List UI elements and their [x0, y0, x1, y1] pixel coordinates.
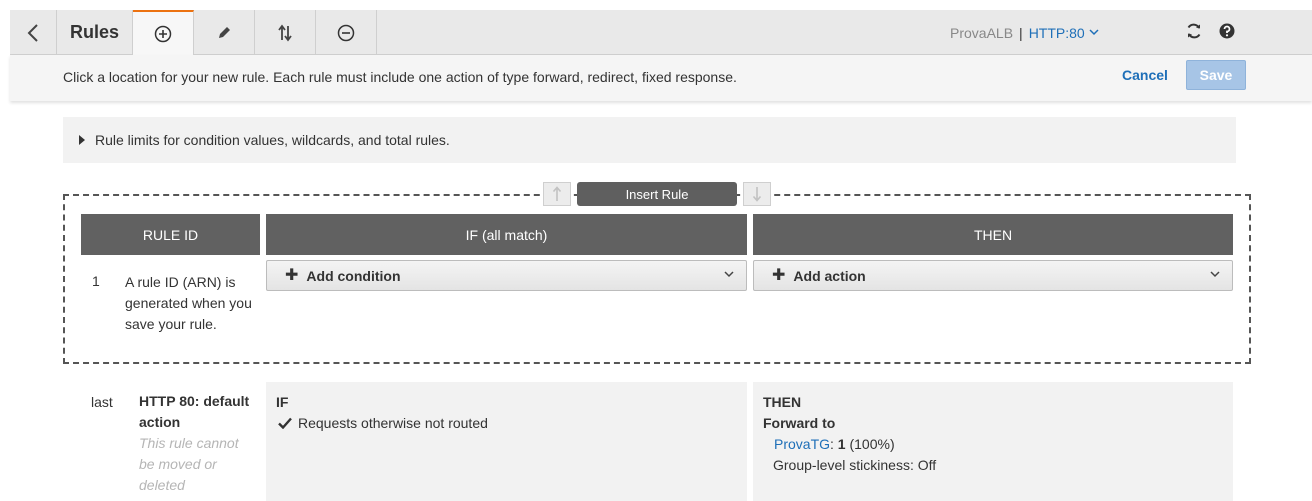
column-header-if: IF (all match)	[266, 214, 747, 255]
help-icon[interactable]	[1218, 22, 1236, 40]
cancel-button[interactable]: Cancel	[1122, 67, 1168, 83]
instruction-bar: Click a location for your new rule. Each…	[10, 55, 1312, 101]
caret-right-icon	[79, 135, 85, 145]
move-down-button[interactable]	[743, 182, 771, 206]
arrow-down-icon	[752, 187, 762, 202]
target-group-colon: :	[830, 436, 834, 452]
checkmark-icon	[278, 417, 292, 429]
rule-limits-expander[interactable]: Rule limits for condition values, wildca…	[63, 117, 1236, 163]
new-rule-id-text: A rule ID (ARN) is generated when you sa…	[125, 274, 252, 332]
add-condition-dropdown[interactable]: ✚ Add condition	[266, 260, 747, 291]
insert-rule-button[interactable]: Insert Rule	[577, 182, 737, 206]
target-group-weight: 1	[837, 436, 846, 452]
if-condition: Requests otherwise not routed	[278, 415, 488, 431]
page-title: Rules	[57, 10, 133, 55]
add-rules-tab[interactable]	[133, 10, 194, 55]
default-rule-if-panel: IF Requests otherwise not routed	[266, 382, 747, 501]
separator: |	[1019, 24, 1023, 41]
then-heading: THEN	[763, 394, 802, 410]
default-rule-then-panel: THEN Forward to ProvaTG: 1 (100%) Group-…	[753, 382, 1233, 501]
if-heading: IF	[276, 394, 289, 410]
default-rule-position: last	[91, 394, 113, 410]
plus-circle-icon	[154, 25, 172, 42]
listener-label: HTTP:80	[1028, 24, 1085, 41]
target-group-weight-pct: (100%)	[849, 436, 895, 452]
edit-rules-tab[interactable]	[194, 10, 255, 55]
add-action-dropdown[interactable]: ✚ Add action	[753, 260, 1233, 291]
save-button[interactable]: Save	[1186, 60, 1246, 90]
chevron-left-icon	[27, 23, 38, 42]
stickiness-text: Group-level stickiness: Off	[773, 457, 937, 473]
load-balancer-name: ProvaALB	[950, 24, 1014, 41]
listener-dropdown[interactable]: HTTP:80	[1029, 25, 1099, 41]
rules-toolbar: Rules ProvaALB | HTTP:80	[10, 10, 1312, 55]
rule-limits-text: Rule limits for condition values, wildca…	[95, 132, 450, 148]
arrow-up-icon	[552, 186, 562, 201]
target-group-line: ProvaTG: 1 (100%)	[774, 436, 895, 452]
plus-icon: ✚	[285, 266, 299, 284]
column-header-rule-id: RULE ID	[81, 214, 260, 255]
add-condition-label: Add condition	[306, 267, 401, 284]
back-button[interactable]	[10, 10, 57, 55]
new-rule-number: 1	[92, 273, 100, 289]
if-condition-text: Requests otherwise not routed	[298, 415, 488, 431]
refresh-icon[interactable]	[1185, 22, 1203, 40]
plus-icon: ✚	[772, 266, 786, 284]
delete-rules-tab[interactable]	[316, 10, 377, 55]
minus-circle-icon	[337, 24, 355, 41]
add-action-label: Add action	[793, 267, 866, 284]
up-down-arrows-icon	[278, 24, 292, 41]
forward-to-label: Forward to	[763, 415, 836, 431]
instruction-text: Click a location for your new rule. Each…	[63, 69, 737, 85]
default-rule-title: HTTP 80: default action	[139, 393, 250, 430]
default-rule-note: This rule cannot be moved or deleted	[139, 435, 239, 493]
chevron-down-icon	[724, 271, 734, 278]
chevron-down-icon	[1089, 29, 1099, 36]
column-header-then: THEN	[753, 214, 1233, 255]
reorder-rules-tab[interactable]	[255, 10, 316, 55]
move-up-button[interactable]	[543, 182, 571, 206]
listener-selector: ProvaALB | HTTP:80	[950, 10, 1099, 55]
chevron-down-icon	[1210, 271, 1220, 278]
target-group-link[interactable]: ProvaTG	[774, 436, 830, 452]
pencil-icon	[219, 26, 230, 38]
